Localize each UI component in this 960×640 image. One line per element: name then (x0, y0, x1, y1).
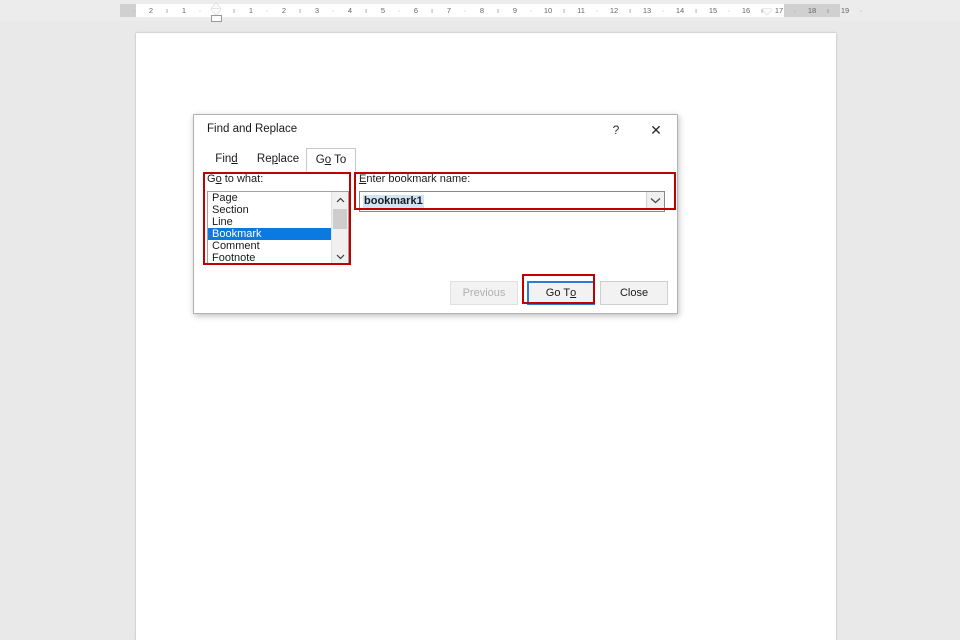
tab-goto[interactable]: Go To (306, 148, 356, 172)
find-and-replace-dialog: Find and Replace ? ✕ Find Replace Go To Go… (193, 114, 678, 314)
chevron-up-icon[interactable] (332, 192, 348, 207)
ruler-tick: 11 (577, 6, 585, 15)
tab-find-label: Find (215, 153, 238, 165)
ruler-tick: ı (298, 6, 302, 15)
ruler-tick: 4 (347, 6, 353, 15)
go-to-button[interactable]: Go To (527, 281, 595, 305)
ruler-tick: 13 (642, 6, 652, 15)
ruler-tick: · (793, 6, 797, 15)
ruler-tick: 3 (314, 6, 320, 15)
ruler-tick: 5 (380, 6, 386, 15)
ruler-tick: 17 (774, 6, 784, 15)
chevron-down-icon[interactable] (646, 192, 664, 209)
help-icon[interactable]: ? (603, 119, 629, 141)
dialog-titlebar[interactable]: Find and Replace ? ✕ (194, 115, 677, 146)
ruler-tick: ı (496, 6, 500, 15)
listbox-scrollbar[interactable] (331, 192, 348, 264)
ruler-tick: · (595, 6, 599, 15)
left-indent-marker[interactable] (211, 15, 222, 22)
tab-goto-label: Go To (315, 154, 347, 166)
ruler-tick: ı (165, 6, 169, 15)
ruler-tick: 8 (479, 6, 485, 15)
word-document-window: 2 1 1 2 3 4 5 6 7 8 9 10 11 12 13 14 15 16 17 18 19 · ı · ı · ı · ı ·… (0, 0, 960, 640)
goto-what-label: Go to what: (207, 173, 264, 185)
ruler-tick: ı (562, 6, 566, 15)
bookmark-name-combobox[interactable]: bookmark1 (359, 191, 665, 212)
list-item[interactable]: Page (208, 192, 331, 204)
bookmark-name-input[interactable]: bookmark1 (363, 195, 424, 208)
ruler-tick: ı (232, 6, 236, 15)
previous-button[interactable]: Previous (450, 281, 518, 305)
ruler-tick: · (727, 6, 731, 15)
list-item[interactable]: Section (208, 204, 331, 216)
chevron-down-icon[interactable] (332, 249, 348, 264)
ruler-tick: · (132, 6, 136, 15)
ruler-tick: 2 (148, 6, 154, 15)
dialog-title: Find and Replace (207, 123, 298, 135)
ruler-tick: ı (694, 6, 698, 15)
ruler-tick: ı (364, 6, 368, 15)
ruler-tick: · (859, 6, 863, 15)
list-item[interactable]: Footnote (208, 252, 331, 264)
ruler-tick: 15 (708, 6, 718, 15)
goto-what-list[interactable]: Page Section Line Bookmark Comment Footnote (208, 192, 331, 264)
ruler-tick: · (198, 6, 202, 15)
ruler-tick: · (331, 6, 335, 15)
ruler-tick: ı (430, 6, 434, 15)
list-item[interactable]: Bookmark (208, 228, 331, 240)
list-item[interactable]: Comment (208, 240, 331, 252)
ruler-tick: 1 (248, 6, 254, 15)
tab-replace-label: Replace (256, 153, 300, 165)
ruler-tick: 14 (675, 6, 685, 15)
ruler-tick: 7 (446, 6, 452, 15)
dialog-tabstrip: Find Replace Go To (203, 148, 668, 172)
tab-replace[interactable]: Replace (250, 148, 306, 170)
ruler-tick: · (463, 6, 467, 15)
ruler-tick: · (529, 6, 533, 15)
ruler-tick: 1 (181, 6, 187, 15)
right-indent-marker[interactable] (762, 9, 772, 15)
ruler-tick: 6 (413, 6, 419, 15)
ruler-tick: 2 (281, 6, 287, 15)
goto-what-listbox[interactable]: Page Section Line Bookmark Comment Footnote (207, 191, 349, 265)
ruler-tick: 16 (741, 6, 751, 15)
ruler-tick: ı (826, 6, 830, 15)
ruler-tick: · (397, 6, 401, 15)
ruler-tick: 10 (543, 6, 553, 15)
tab-find[interactable]: Find (203, 148, 250, 170)
dialog-body: Go to what: Page Section Line Bookmark Comme… (194, 170, 677, 313)
scrollbar-thumb[interactable] (333, 209, 347, 229)
close-icon[interactable]: ✕ (643, 119, 669, 141)
ruler-tick: 9 (512, 6, 518, 15)
bookmark-name-label: Enter bookmark name: (359, 173, 471, 185)
ruler-tick: · (661, 6, 665, 15)
ruler-tick: 19 (840, 6, 850, 15)
ruler-tick-marks: 2 1 1 2 3 4 5 6 7 8 9 10 11 12 13 14 15 16 17 18 19 · ı · ı · ı · ı ·… (0, 0, 960, 21)
list-item[interactable]: Line (208, 216, 331, 228)
ruler-tick: 12 (609, 6, 619, 15)
ruler-tick: ı (628, 6, 632, 15)
close-button[interactable]: Close (600, 281, 668, 305)
horizontal-ruler[interactable]: 2 1 1 2 3 4 5 6 7 8 9 10 11 12 13 14 15 16 17 18 19 · ı · ı · ı · ı ·… (0, 0, 960, 22)
ruler-tick: 18 (807, 6, 817, 15)
ruler-tick: · (265, 6, 269, 15)
